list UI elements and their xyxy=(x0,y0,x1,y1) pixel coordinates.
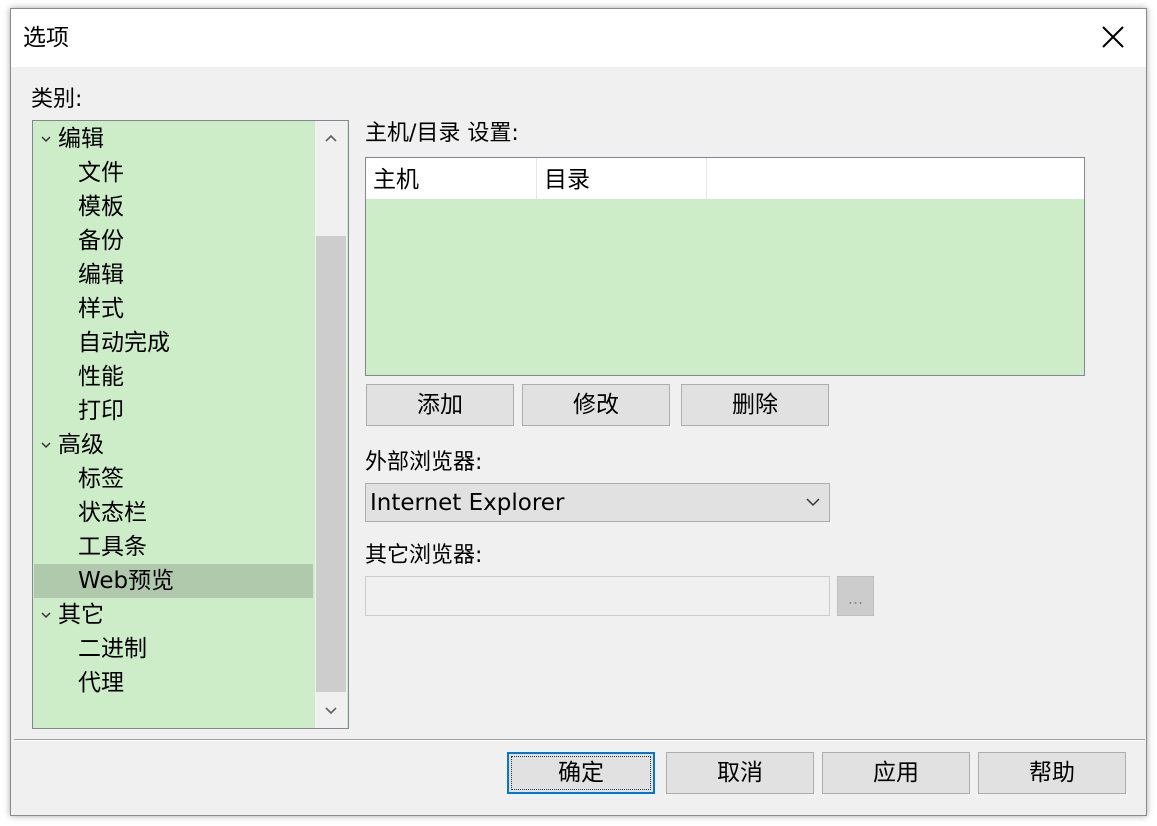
close-icon xyxy=(1102,26,1124,48)
tree-item-label: 模板 xyxy=(78,194,124,220)
tree-item-label: 其它 xyxy=(58,602,104,628)
tree-item-label: 状态栏 xyxy=(78,500,147,526)
tree-item-label: 打印 xyxy=(78,398,124,424)
tree-item[interactable]: 文件 xyxy=(34,156,313,190)
tree-item-label: 性能 xyxy=(78,364,124,390)
title-bar: 选项 xyxy=(11,9,1146,67)
tree-item-label: 代理 xyxy=(78,670,124,696)
tree-item-label: 工具条 xyxy=(78,534,147,560)
chevron-up-icon xyxy=(325,134,337,142)
help-button[interactable]: 帮助 xyxy=(978,752,1126,794)
tree-item-label: 标签 xyxy=(78,466,124,492)
tree-scrollbar[interactable] xyxy=(315,121,347,728)
tree-item-label: 高级 xyxy=(58,432,104,458)
host-settings-label: 主机/目录 设置: xyxy=(365,121,519,146)
scroll-thumb[interactable] xyxy=(316,236,346,692)
chevron-down-icon xyxy=(325,707,337,715)
ok-button-label: 确定 xyxy=(558,760,604,786)
other-browser-input[interactable] xyxy=(365,576,830,616)
window-title: 选项 xyxy=(23,25,69,51)
tree-item-label: 备份 xyxy=(78,228,124,254)
tree-item[interactable]: 二进制 xyxy=(34,632,313,666)
delete-button[interactable]: 删除 xyxy=(681,384,829,426)
tree-item[interactable]: 模板 xyxy=(34,190,313,224)
chevron-down-icon xyxy=(806,498,820,507)
external-browser-label: 外部浏览器: xyxy=(365,450,483,475)
footer-divider xyxy=(14,739,1145,741)
tree-group-item[interactable]: 其它 xyxy=(34,598,313,632)
edit-button[interactable]: 修改 xyxy=(522,384,670,426)
close-button[interactable] xyxy=(1078,9,1146,67)
category-label: 类别: xyxy=(31,87,83,112)
column-header-directory[interactable]: 目录 xyxy=(537,158,707,199)
tree-item-label: Web预览 xyxy=(78,568,175,594)
tree-item[interactable]: 性能 xyxy=(34,360,313,394)
scroll-up-button[interactable] xyxy=(315,121,347,155)
tree-item[interactable]: Web预览 xyxy=(34,564,313,598)
tree-item[interactable]: 自动完成 xyxy=(34,326,313,360)
tree-group-item[interactable]: 编辑 xyxy=(34,122,313,156)
tree-item-label: 自动完成 xyxy=(78,330,170,356)
tree-item-label: 编辑 xyxy=(78,262,124,288)
browse-button[interactable]: ... xyxy=(837,576,874,616)
tree-item[interactable]: 工具条 xyxy=(34,530,313,564)
other-browser-label: 其它浏览器: xyxy=(365,543,483,568)
options-dialog: 选项 类别: 编辑 文件 模板 备份 编辑 样式 自动完成 性能 打印 高级 标签 状态栏 工具条 Web… xyxy=(10,8,1147,816)
apply-button[interactable]: 应用 xyxy=(822,752,970,794)
tree-item[interactable]: 标签 xyxy=(34,462,313,496)
tree-item[interactable]: 编辑 xyxy=(34,258,313,292)
chevron-down-icon[interactable] xyxy=(40,440,52,450)
category-tree[interactable]: 编辑 文件 模板 备份 编辑 样式 自动完成 性能 打印 高级 标签 状态栏 工具条 Web预览 其它 二进制… xyxy=(32,120,349,729)
tree-group-item[interactable]: 高级 xyxy=(34,428,313,462)
tree-item[interactable]: 样式 xyxy=(34,292,313,326)
chevron-down-icon[interactable] xyxy=(40,134,52,144)
add-button[interactable]: 添加 xyxy=(366,384,514,426)
scroll-down-button[interactable] xyxy=(315,694,347,728)
cancel-button[interactable]: 取消 xyxy=(666,752,814,794)
tree-item[interactable]: 打印 xyxy=(34,394,313,428)
tree-item[interactable]: 状态栏 xyxy=(34,496,313,530)
tree-item-label: 样式 xyxy=(78,296,124,322)
list-header: 主机 目录 xyxy=(366,158,1084,199)
tree-item-label: 编辑 xyxy=(58,126,104,152)
chevron-down-icon[interactable] xyxy=(40,610,52,620)
external-browser-select[interactable]: Internet Explorer xyxy=(365,483,830,522)
host-directory-list[interactable]: 主机 目录 xyxy=(365,157,1085,376)
tree-item-label: 文件 xyxy=(78,160,124,186)
external-browser-value: Internet Explorer xyxy=(370,490,565,516)
tree-item-label: 二进制 xyxy=(78,636,147,662)
tree-item[interactable]: 备份 xyxy=(34,224,313,258)
ok-button[interactable]: 确定 xyxy=(507,752,655,794)
tree-item[interactable]: 代理 xyxy=(34,666,313,700)
column-header-host[interactable]: 主机 xyxy=(366,158,537,199)
